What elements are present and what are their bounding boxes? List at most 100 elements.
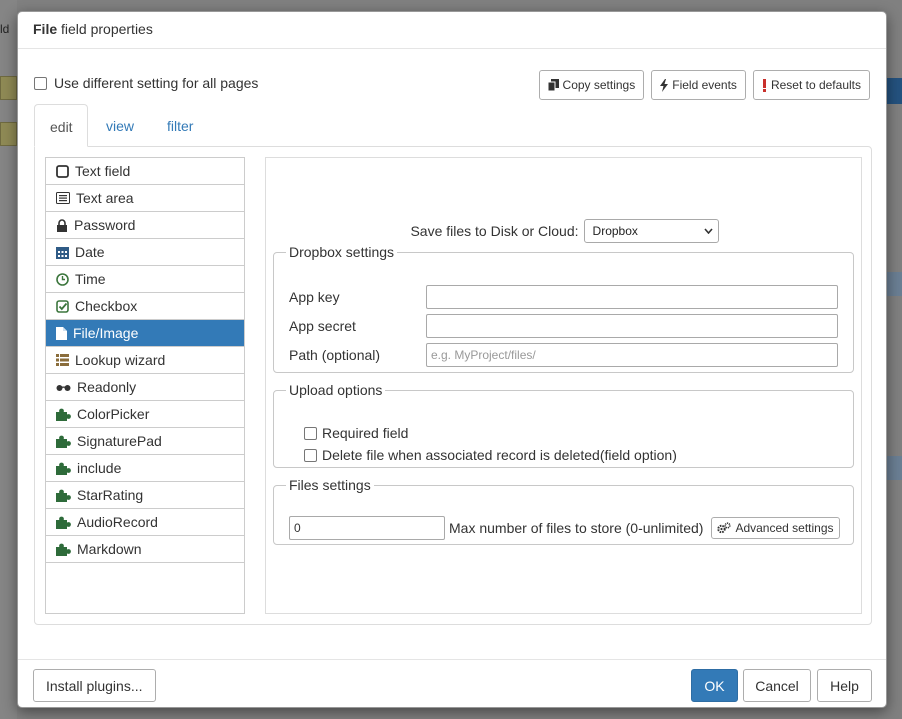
edit-type-checkbox[interactable]: Checkbox (46, 293, 244, 320)
edit-type-audiorecord[interactable]: AudioRecord (46, 509, 244, 536)
glasses-icon (56, 384, 71, 391)
checkbox-icon (56, 299, 69, 313)
file-settings-panel: Save files to Disk or Cloud: Dropbox Dro… (265, 157, 862, 614)
background-row-highlight (887, 272, 902, 296)
app-key-input[interactable] (426, 285, 838, 309)
bolt-icon (660, 78, 669, 92)
delete-file-checkbox[interactable]: Delete file when associated record is de… (304, 447, 677, 463)
install-plugins-button[interactable]: Install plugins... (33, 669, 156, 702)
delete-file-label: Delete file when associated record is de… (322, 447, 677, 463)
edit-type-file-image[interactable]: File/Image (46, 320, 244, 347)
top-buttons: Copy settings Field events Reset to defa… (538, 70, 870, 100)
help-button[interactable]: Help (817, 669, 872, 702)
background-olive-cell (0, 76, 17, 100)
copy-settings-button[interactable]: Copy settings (538, 70, 645, 100)
puzzle-icon (56, 543, 71, 556)
reset-to-defaults-label: Reset to defaults (770, 78, 861, 92)
save-destination-value: Dropbox (592, 224, 638, 238)
use-different-setting-label: Use different setting for all pages (54, 75, 259, 91)
gears-icon (717, 522, 732, 534)
background-row-highlight (887, 456, 902, 480)
edit-type-label: include (77, 460, 122, 476)
path-label: Path (optional) (289, 347, 381, 363)
app-key-label: App key (289, 289, 340, 305)
edit-type-starrating[interactable]: StarRating (46, 482, 244, 509)
edit-type-label: SignaturePad (77, 433, 162, 449)
lock-icon (57, 218, 67, 232)
edit-type-date[interactable]: Date (46, 239, 244, 266)
checkbox-box[interactable] (304, 426, 317, 440)
upload-options-group: Upload options Required field Delete fil… (273, 382, 854, 468)
edit-type-lookup-wizard[interactable]: Lookup wizard (46, 347, 244, 374)
required-field-checkbox[interactable]: Required field (304, 425, 408, 441)
chevron-down-icon (703, 228, 713, 234)
puzzle-icon (56, 489, 71, 502)
dropbox-settings-legend: Dropbox settings (289, 244, 395, 260)
text-field-icon (56, 164, 69, 178)
puzzle-icon (56, 408, 71, 421)
app-secret-input[interactable] (426, 314, 838, 338)
field-events-button[interactable]: Field events (651, 70, 746, 100)
field-properties-dialog: File field properties Use different sett… (17, 11, 887, 708)
edit-type-text-area[interactable]: Text area (46, 185, 244, 212)
checkbox-box[interactable] (34, 76, 47, 90)
puzzle-icon (56, 516, 71, 529)
background-left-text: ld (0, 22, 10, 36)
calendar-icon (56, 246, 69, 259)
dialog-header: File field properties (18, 12, 886, 49)
use-different-setting-checkbox[interactable]: Use different setting for all pages (34, 75, 258, 91)
save-destination-row: Save files to Disk or Cloud: Dropbox (266, 219, 863, 243)
copy-settings-label: Copy settings (562, 78, 636, 92)
file-icon (56, 326, 67, 340)
files-settings-legend: Files settings (289, 477, 371, 493)
max-files-input[interactable]: 0 (289, 516, 445, 540)
files-settings-group: Files settings 0 Max number of files to … (273, 477, 854, 545)
tab-edit[interactable]: edit (34, 104, 88, 147)
edit-type-list: Text field Text area Password Date Time … (45, 157, 245, 614)
cancel-button[interactable]: Cancel (743, 669, 811, 702)
edit-type-label: StarRating (77, 487, 144, 503)
edit-type-signaturepad[interactable]: SignaturePad (46, 428, 244, 455)
edit-type-label: ColorPicker (77, 406, 150, 422)
advanced-settings-button[interactable]: Advanced settings (711, 517, 840, 539)
edit-type-label: Text field (75, 163, 131, 179)
edit-type-label: Password (74, 217, 136, 233)
edit-type-label: Readonly (77, 379, 137, 395)
field-events-label: Field events (672, 78, 737, 92)
edit-type-password[interactable]: Password (46, 212, 244, 239)
edit-type-markdown[interactable]: Markdown (46, 536, 244, 563)
tab-filter[interactable]: filter (152, 104, 208, 147)
dialog-title-field-type: File (33, 21, 58, 37)
puzzle-icon (56, 435, 71, 448)
list-icon (56, 354, 69, 366)
edit-tab-panel: Text field Text area Password Date Time … (34, 146, 872, 625)
save-destination-select[interactable]: Dropbox (583, 219, 719, 243)
app-secret-row: App secret (289, 314, 838, 338)
edit-type-label: Markdown (77, 541, 142, 557)
max-files-label: Max number of files to store (0-unlimite… (449, 520, 704, 536)
puzzle-icon (56, 462, 71, 475)
edit-type-time[interactable]: Time (46, 266, 244, 293)
edit-type-label: Date (75, 244, 105, 260)
edit-type-text-field[interactable]: Text field (46, 158, 244, 185)
edit-type-include[interactable]: include (46, 455, 244, 482)
edit-type-readonly[interactable]: Readonly (46, 374, 244, 401)
checkbox-box[interactable] (304, 448, 317, 462)
edit-type-label: Checkbox (75, 298, 138, 314)
background-olive-cell (0, 122, 17, 146)
edit-type-label: AudioRecord (77, 514, 158, 530)
path-row: Path (optional) e.g. MyProject/files/ (289, 343, 838, 367)
text-area-icon (56, 192, 70, 204)
exclamation-icon (762, 78, 766, 92)
reset-to-defaults-button[interactable]: Reset to defaults (752, 70, 870, 100)
advanced-settings-label: Advanced settings (735, 521, 834, 535)
ok-button[interactable]: OK (691, 669, 738, 702)
path-input[interactable]: e.g. MyProject/files/ (426, 343, 838, 367)
edit-type-colorpicker[interactable]: ColorPicker (46, 401, 244, 428)
tab-view[interactable]: view (91, 104, 149, 147)
app-secret-label: App secret (289, 318, 356, 334)
edit-type-label: Time (75, 271, 106, 287)
background-blue-cell (887, 78, 902, 104)
upload-options-legend: Upload options (289, 382, 383, 398)
app-key-row: App key (289, 285, 838, 309)
